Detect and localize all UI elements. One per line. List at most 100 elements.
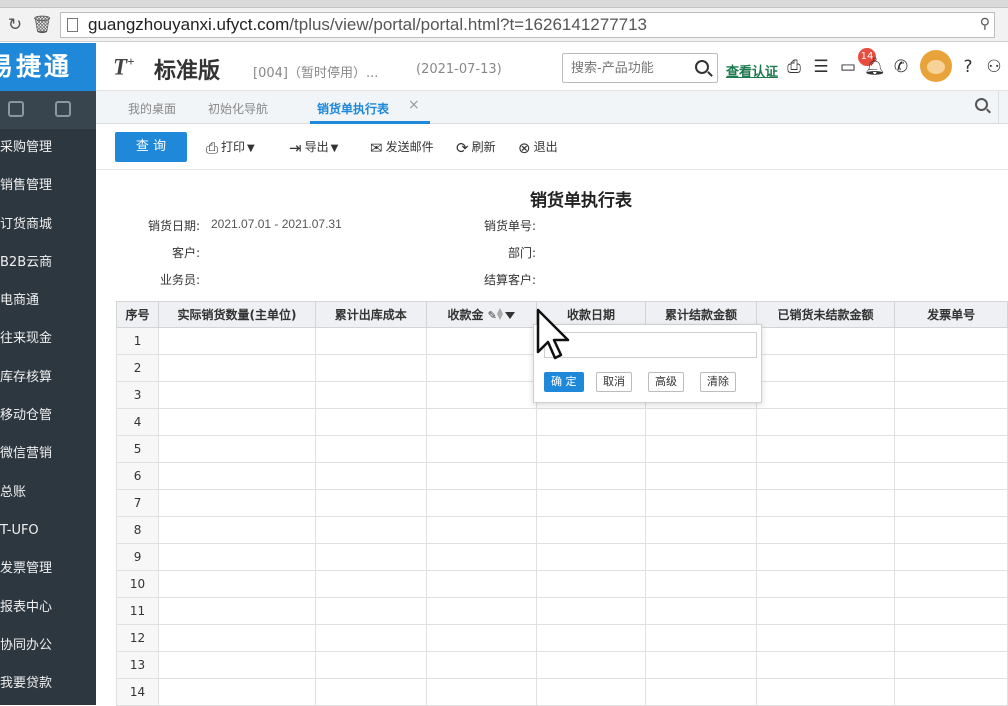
table-row[interactable]: 8 — [115, 516, 1008, 544]
table-cell[interactable] — [314, 381, 427, 409]
avatar[interactable] — [920, 50, 952, 82]
sidebar-item-b2b[interactable]: B2B云商 — [0, 244, 96, 282]
table-cell[interactable] — [314, 678, 427, 706]
sidebar-item-loan[interactable]: 我要贷款 — [0, 665, 96, 703]
table-cell[interactable] — [755, 570, 896, 598]
screenshot-icon[interactable] — [8, 101, 24, 117]
col-actual-qty[interactable]: 实际销货数量(主单位) — [158, 301, 316, 328]
row-seq-cell[interactable]: 4 — [115, 408, 160, 436]
table-cell[interactable] — [535, 435, 647, 463]
table-cell[interactable] — [894, 570, 1008, 598]
table-cell[interactable] — [535, 516, 647, 544]
sidebar-item-office[interactable]: 协同办公 — [0, 627, 96, 665]
table-cell[interactable] — [425, 678, 537, 706]
sidebar-item-mobile-warehouse[interactable]: 移动仓管 — [0, 397, 96, 435]
function-search[interactable] — [562, 53, 718, 83]
table-cell[interactable] — [425, 651, 537, 679]
table-cell[interactable] — [755, 678, 896, 706]
save-icon[interactable]: ⎙ — [784, 57, 804, 77]
table-cell[interactable] — [894, 489, 1008, 517]
sidebar-item-reports[interactable]: 报表中心 — [0, 589, 96, 627]
table-cell[interactable] — [535, 624, 647, 652]
table-cell[interactable] — [894, 516, 1008, 544]
table-cell[interactable] — [535, 543, 647, 571]
print-button[interactable]: ⎙ 打印 ▼ — [206, 138, 255, 157]
table-cell[interactable] — [314, 597, 427, 625]
function-search-input[interactable] — [563, 54, 687, 82]
filter-icon[interactable] — [505, 312, 516, 319]
refresh-button[interactable]: ⟳ 刷新 — [456, 138, 496, 157]
table-cell[interactable] — [314, 408, 427, 436]
table-cell[interactable] — [158, 462, 316, 490]
table-cell[interactable] — [425, 354, 537, 382]
close-icon[interactable]: × — [408, 97, 420, 113]
trash-icon[interactable]: 🗑 — [31, 14, 53, 36]
table-cell[interactable] — [894, 624, 1008, 652]
table-cell[interactable] — [314, 624, 427, 652]
table-cell[interactable] — [535, 651, 647, 679]
table-cell[interactable] — [535, 570, 647, 598]
table-row[interactable]: 6 — [115, 462, 1008, 490]
table-cell[interactable] — [314, 354, 427, 382]
sidebar-item-purchase[interactable]: 采购管理 — [0, 129, 96, 167]
table-row[interactable]: 12 — [115, 624, 1008, 652]
table-row[interactable]: 7 — [115, 489, 1008, 517]
table-cell[interactable] — [158, 435, 316, 463]
table-cell[interactable] — [755, 354, 896, 382]
table-cell[interactable] — [158, 543, 316, 571]
row-seq-cell[interactable]: 6 — [115, 462, 160, 490]
table-cell[interactable] — [894, 381, 1008, 409]
table-cell[interactable] — [314, 462, 427, 490]
table-cell[interactable] — [894, 354, 1008, 382]
phone-icon[interactable]: ✆ — [891, 57, 911, 77]
table-cell[interactable] — [425, 597, 537, 625]
sidebar-item-ledger[interactable]: 总账 — [0, 474, 96, 512]
user-icon[interactable]: ⚇ — [984, 57, 1004, 77]
table-cell[interactable] — [755, 651, 896, 679]
row-seq-cell[interactable]: 5 — [115, 435, 160, 463]
tab-init-guide[interactable]: 初始化导航 — [208, 100, 268, 117]
table-cell[interactable] — [425, 516, 537, 544]
row-seq-cell[interactable]: 7 — [115, 489, 160, 517]
row-seq-cell[interactable]: 2 — [115, 354, 160, 382]
address-bar[interactable]: guangzhouyanxi.ufyct.com/tplus/view/port… — [60, 12, 995, 38]
row-seq-cell[interactable]: 11 — [115, 597, 160, 625]
table-cell[interactable] — [158, 651, 316, 679]
table-cell[interactable] — [645, 435, 757, 463]
table-row[interactable]: 13 — [115, 651, 1008, 679]
sidebar-item-invoice[interactable]: 发票管理 — [0, 550, 96, 588]
help-icon[interactable]: ? — [958, 57, 978, 77]
table-cell[interactable] — [645, 570, 757, 598]
table-cell[interactable] — [314, 516, 427, 544]
table-cell[interactable] — [158, 408, 316, 436]
table-cell[interactable] — [755, 489, 896, 517]
key-icon[interactable]: ⚲ — [980, 16, 990, 32]
table-cell[interactable] — [314, 435, 427, 463]
table-cell[interactable] — [314, 327, 427, 355]
col-invoice-no[interactable]: 发票单号 — [894, 301, 1008, 328]
account-name[interactable]: [004]（暂时停用）... — [253, 62, 378, 81]
table-cell[interactable] — [645, 489, 757, 517]
table-cell[interactable] — [645, 462, 757, 490]
table-cell[interactable] — [158, 516, 316, 544]
table-cell[interactable] — [535, 408, 647, 436]
table-row[interactable]: 10 — [115, 570, 1008, 598]
row-seq-cell[interactable]: 9 — [115, 543, 160, 571]
url-text[interactable]: guangzhouyanxi.ufyct.com/tplus/view/port… — [88, 14, 647, 36]
search-icon[interactable] — [695, 60, 709, 74]
table-cell[interactable] — [645, 543, 757, 571]
table-cell[interactable] — [894, 543, 1008, 571]
sort-icon[interactable]: ▲ ▼ — [497, 307, 503, 321]
table-cell[interactable] — [314, 651, 427, 679]
sidebar-item-order-mall[interactable]: 订货商城 — [0, 206, 96, 244]
table-cell[interactable] — [755, 597, 896, 625]
table-cell[interactable] — [535, 678, 647, 706]
table-cell[interactable] — [894, 462, 1008, 490]
filter-advanced-button[interactable]: 高级 — [648, 372, 684, 392]
filter-ok-button[interactable]: 确 定 — [544, 372, 584, 392]
table-cell[interactable] — [645, 597, 757, 625]
table-cell[interactable] — [894, 435, 1008, 463]
row-seq-cell[interactable]: 12 — [115, 624, 160, 652]
table-cell[interactable] — [755, 543, 896, 571]
table-row[interactable]: 11 — [115, 597, 1008, 625]
